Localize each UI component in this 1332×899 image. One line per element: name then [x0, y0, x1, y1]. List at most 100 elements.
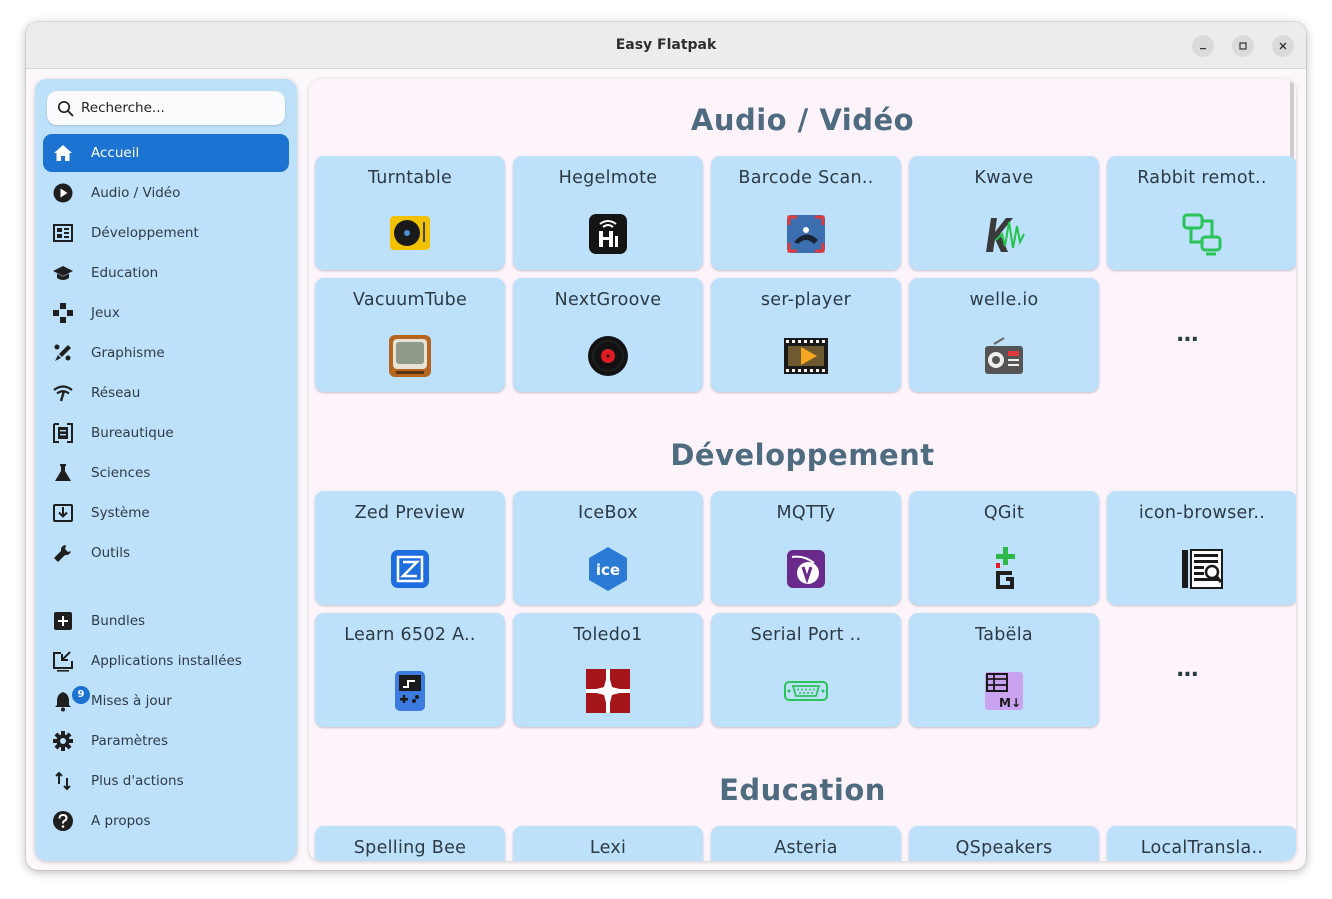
turntable-icon [390, 216, 430, 250]
rabbit-remote-icon [1182, 213, 1222, 256]
sidebar-item-label: Outils [91, 545, 131, 561]
barcode-scanner-icon [787, 215, 825, 253]
app-name: MQTTy [776, 503, 836, 523]
sidebar-item-label: Plus d'actions [91, 773, 184, 789]
search-icon [57, 100, 74, 117]
bell-icon [55, 692, 71, 712]
app-card-learn-6502[interactable]: Learn 6502 A.. [315, 613, 505, 727]
sidebar-item-sciences[interactable]: Sciences [43, 454, 289, 492]
app-card-barcode-scanner[interactable]: Barcode Scan.. [711, 156, 901, 270]
search-input[interactable] [81, 97, 277, 119]
more-developpement-button[interactable]: ... [1092, 613, 1282, 727]
section-title-education: Education [719, 773, 886, 807]
sidebar-item-developpement[interactable]: Développement [43, 214, 289, 252]
serial-port-icon [784, 681, 828, 701]
sidebar-item-settings[interactable]: Paramètres [43, 722, 289, 760]
minimize-icon [1200, 48, 1206, 50]
toledo1-icon [586, 669, 630, 713]
sidebar-item-label: Graphisme [91, 345, 165, 361]
app-card-serial-port[interactable]: Serial Port .. [711, 613, 901, 727]
main-content[interactable]: Audio / Vidéo Turntable Hegelmote Barcod… [309, 79, 1296, 861]
download-box-icon [53, 504, 73, 522]
sidebar-item-more-actions[interactable]: Plus d'actions [43, 762, 289, 800]
sidebar-item-label: Réseau [91, 385, 141, 401]
app-card-welle-io[interactable]: welle.io [909, 278, 1099, 392]
sidebar-item-label: Education [91, 265, 159, 281]
section-title-audio-video: Audio / Vidéo [690, 103, 915, 137]
close-button[interactable] [1272, 35, 1294, 57]
sidebar-item-label: Accueil [91, 145, 140, 161]
app-name: Hegelmote [558, 168, 658, 188]
ser-player-icon [784, 338, 828, 374]
app-card-zed-preview[interactable]: Zed Preview [315, 491, 505, 605]
app-card-nextgroove[interactable]: NextGroove [513, 278, 703, 392]
sidebar: Accueil Audio / Vidéo Développement Educ… [35, 79, 297, 861]
sidebar-item-label: Jeux [91, 305, 120, 321]
app-name: Kwave [974, 168, 1034, 188]
sidebar-item-accueil[interactable]: Accueil [43, 134, 289, 172]
sidebar-item-audio-video[interactable]: Audio / Vidéo [43, 174, 289, 212]
document-icon [53, 423, 73, 443]
app-card-icon-browser[interactable]: icon-browser.. [1107, 491, 1296, 605]
app-card-asteria[interactable]: Asteria [711, 826, 901, 861]
brush-icon [54, 344, 71, 361]
sidebar-item-label: Applications installées [91, 653, 242, 669]
close-icon [1279, 42, 1287, 50]
app-card-qgit[interactable]: QGit [909, 491, 1099, 605]
sidebar-item-bundles[interactable]: Bundles [43, 602, 289, 640]
sidebar-item-reseau[interactable]: Réseau [43, 374, 289, 412]
app-card-icebox[interactable]: IceBox ice [513, 491, 703, 605]
app-card-turntable[interactable]: Turntable [315, 156, 505, 270]
graduation-cap-icon [53, 266, 73, 280]
sidebar-item-systeme[interactable]: Système [43, 494, 289, 532]
sidebar-item-education[interactable]: Education [43, 254, 289, 292]
sidebar-item-about[interactable]: A propos [43, 802, 289, 840]
sidebar-item-label: A propos [91, 813, 151, 829]
minimize-button[interactable] [1192, 35, 1214, 57]
app-card-qspeakers[interactable]: QSpeakers [909, 826, 1099, 861]
sidebar-item-outils[interactable]: Outils [43, 534, 289, 572]
sidebar-item-label: Paramètres [91, 733, 168, 749]
app-card-toledo1[interactable]: Toledo1 [513, 613, 703, 727]
sidebar-item-jeux[interactable]: Jeux [43, 294, 289, 332]
section-title-developpement: Développement [670, 438, 935, 472]
app-name: Tabëla [975, 625, 1033, 645]
app-card-localtranslate[interactable]: LocalTransla.. [1107, 826, 1296, 861]
mqtty-icon [787, 550, 825, 588]
app-card-hegelmote[interactable]: Hegelmote [513, 156, 703, 270]
app-card-kwave[interactable]: Kwave [909, 156, 1099, 270]
app-card-spelling-bee[interactable]: Spelling Bee [315, 826, 505, 861]
zed-preview-icon [391, 550, 429, 588]
sidebar-item-updates[interactable]: 9 Mises à jour [43, 682, 289, 720]
sidebar-item-bureautique[interactable]: Bureautique [43, 414, 289, 452]
window-title: Easy Flatpak [615, 37, 717, 53]
app-card-ser-player[interactable]: ser-player [711, 278, 901, 392]
svg-text:M↓: M↓ [999, 696, 1021, 710]
home-icon [54, 145, 72, 161]
app-card-lexi[interactable]: Lexi [513, 826, 703, 861]
flask-icon [55, 464, 71, 481]
network-icon [53, 385, 73, 402]
vacuumtube-icon [389, 335, 431, 377]
maximize-button[interactable] [1232, 35, 1254, 57]
nextgroove-icon [588, 336, 628, 376]
qgit-icon [996, 547, 1015, 589]
more-audio-video-button[interactable]: ... [1092, 278, 1282, 392]
gamepad-icon [53, 303, 73, 323]
app-name: Turntable [367, 168, 453, 188]
search-box[interactable] [47, 91, 285, 125]
app-card-rabbit-remote[interactable]: Rabbit remot.. [1107, 156, 1296, 270]
app-name: ser-player [760, 290, 852, 310]
sidebar-item-graphisme[interactable]: Graphisme [43, 334, 289, 372]
learn-6502-icon [395, 671, 425, 711]
maximize-icon [1239, 42, 1247, 50]
app-card-mqtty[interactable]: MQTTy [711, 491, 901, 605]
sidebar-item-installed-apps[interactable]: Applications installées [43, 642, 289, 680]
app-card-tabela[interactable]: Tabëla M↓ [909, 613, 1099, 727]
app-card-vacuumtube[interactable]: VacuumTube [315, 278, 505, 392]
updates-count-badge: 9 [72, 686, 90, 704]
app-name: Learn 6502 A.. [344, 625, 476, 645]
development-icon [53, 224, 73, 242]
app-name: Asteria [774, 838, 838, 858]
app-name: QGit [983, 503, 1025, 523]
